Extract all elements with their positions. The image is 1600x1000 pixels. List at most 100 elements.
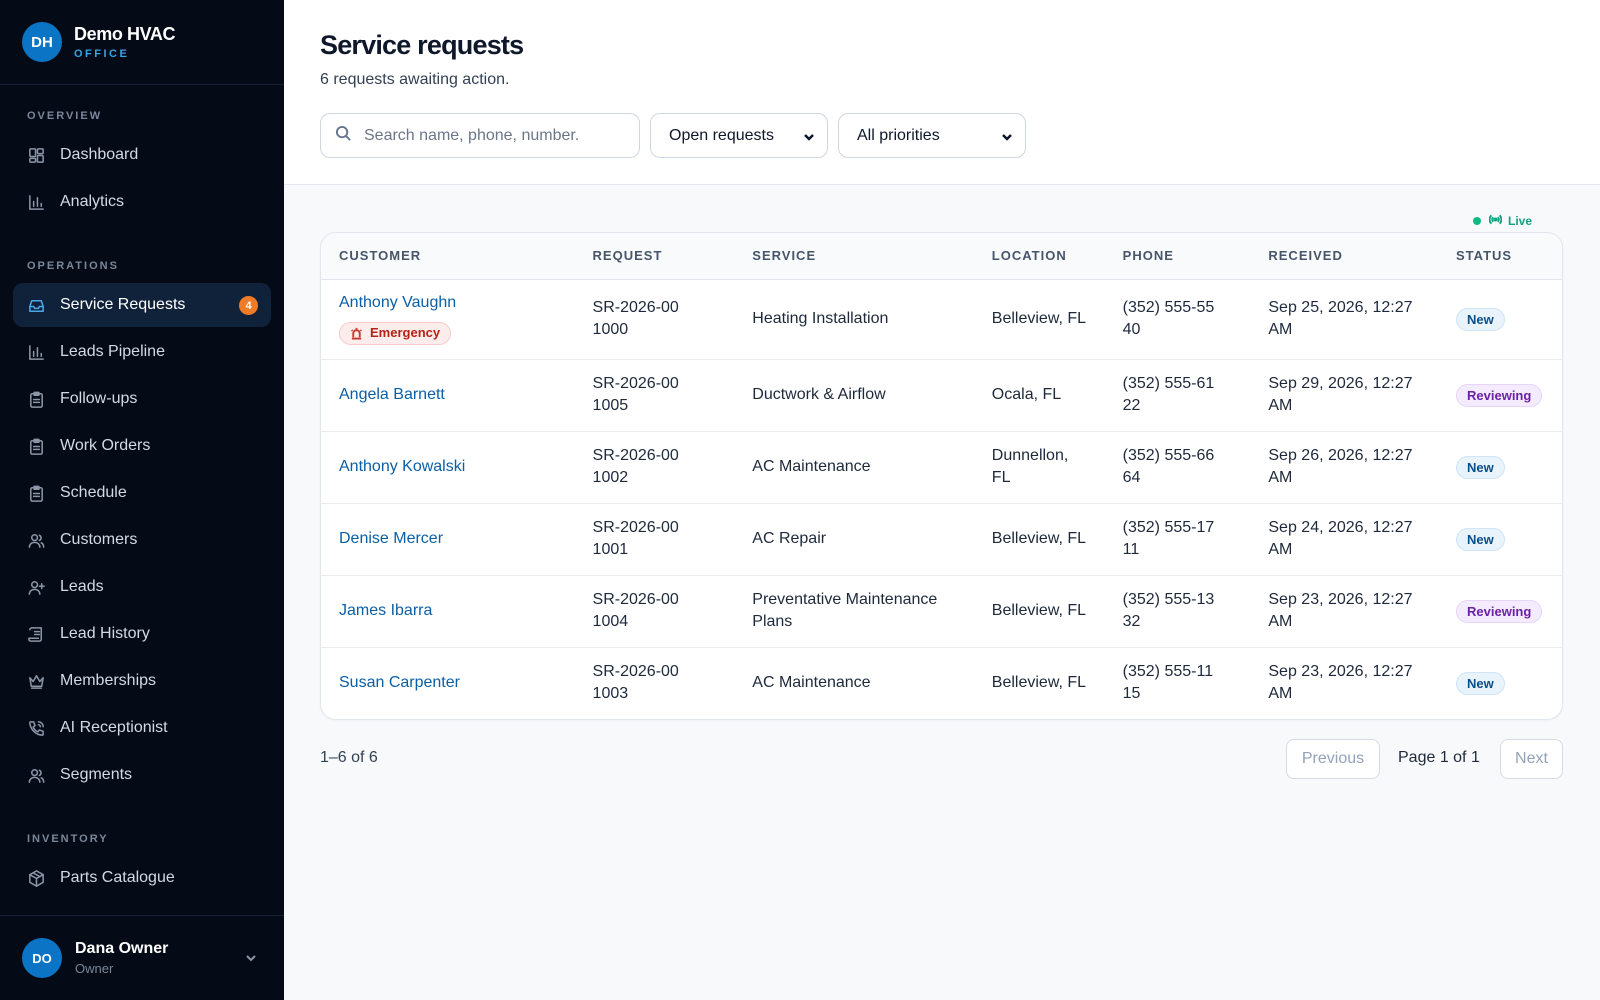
cell-request-text: SR-2026-001001 <box>592 519 679 558</box>
priority-filter-select[interactable]: All priorities <box>838 113 1026 158</box>
sidebar-nav: OVERVIEW Dashboard Analytics OPERATIONS Serv… <box>0 109 284 947</box>
scroll-icon <box>26 624 46 644</box>
brand-name: Demo HVAC <box>74 24 176 44</box>
user-name: Dana Owner <box>75 940 169 957</box>
sidebar-item-label: Follow-ups <box>60 390 138 407</box>
nav-section-operations: OPERATIONS Service Requests 4 Leads Pipelin… <box>0 259 284 797</box>
cell-phone-text: (352) 555-1332 <box>1122 591 1215 630</box>
user-plus-icon <box>26 577 46 597</box>
users-icon <box>26 530 46 550</box>
sidebar-item-work-orders[interactable]: Work Orders <box>13 424 271 468</box>
table-row[interactable]: Anthony Vaughn Emergency SR-2026-001000 Hea… <box>321 279 1562 360</box>
search-icon <box>335 125 352 147</box>
customer-link[interactable]: Anthony Vaughn <box>339 292 575 314</box>
sidebar-item-leads-pipeline[interactable]: Leads Pipeline <box>13 330 271 374</box>
cell-request: SR-2026-001002 <box>574 431 735 504</box>
count-badge: 4 <box>239 296 258 315</box>
emergency-badge: Emergency <box>339 321 452 345</box>
cell-status: New <box>1438 503 1562 576</box>
cell-phone-text: (352) 555-6122 <box>1122 375 1215 414</box>
cell-status: Reviewing <box>1438 575 1562 648</box>
cell-received-text: Sep 23, 2026, 12:27 AM <box>1268 663 1413 703</box>
sidebar-item-dashboard[interactable]: Dashboard <box>13 133 271 177</box>
nav-section-label: OPERATIONS <box>27 260 119 272</box>
sidebar-item-lead-history[interactable]: Lead History <box>13 612 271 656</box>
sidebar-item-label: Parts Catalogue <box>60 869 175 886</box>
cell-service-text: AC Maintenance <box>752 674 871 692</box>
cell-location: Dunnellon, FL <box>973 431 1105 504</box>
sidebar-item-leads[interactable]: Leads <box>13 565 271 609</box>
cell-location-text: Dunnellon, FL <box>991 447 1069 486</box>
nav-section-label: INVENTORY <box>27 833 109 845</box>
sidebar-item-ai-receptionist[interactable]: AI Receptionist <box>13 706 271 750</box>
table-row[interactable]: Denise Mercer SR-2026-001001 AC Repair Bell… <box>321 503 1562 576</box>
column-header-customer[interactable]: CUSTOMER <box>321 233 575 280</box>
cell-phone: (352) 555-6664 <box>1104 431 1251 504</box>
chevron-down-icon[interactable] <box>244 951 258 965</box>
cell-request: SR-2026-001001 <box>574 503 735 576</box>
cell-service: AC Maintenance <box>734 647 974 719</box>
previous-page-button[interactable]: Previous <box>1286 739 1380 779</box>
cell-phone-text: (352) 555-5540 <box>1122 299 1215 338</box>
customer-link[interactable]: James Ibarra <box>339 600 575 622</box>
column-header-phone[interactable]: PHONE <box>1104 233 1251 280</box>
cell-status: New <box>1438 431 1562 504</box>
cell-phone-text: (352) 555-1115 <box>1122 663 1214 703</box>
column-header-service[interactable]: SERVICE <box>734 233 974 280</box>
column-header-status[interactable]: STATUS <box>1438 233 1562 280</box>
nav-section-label: OVERVIEW <box>27 110 103 122</box>
clipboard-icon <box>26 483 46 503</box>
brand[interactable]: DH Demo HVAC OFFICE <box>0 0 284 85</box>
clipboard-icon <box>26 436 46 456</box>
sidebar-item-memberships[interactable]: Memberships <box>13 659 271 703</box>
column-header-request[interactable]: REQUEST <box>574 233 735 280</box>
cell-request: SR-2026-001000 <box>574 279 735 360</box>
user-menu[interactable]: DO Dana Owner Owner <box>0 915 284 1000</box>
sidebar-item-customers[interactable]: Customers <box>13 518 271 562</box>
customer-link[interactable]: Denise Mercer <box>339 528 575 550</box>
sidebar-item-label: Schedule <box>60 484 127 501</box>
sidebar-item-segments[interactable]: Segments <box>13 753 271 797</box>
page-title: Service requests <box>320 30 524 60</box>
column-header-received[interactable]: RECEIVED <box>1250 233 1439 280</box>
customer-link[interactable]: Angela Barnett <box>339 384 575 406</box>
table-row[interactable]: Susan Carpenter SR-2026-001003 AC Maintena… <box>321 647 1562 719</box>
cell-location-text: Belleview, FL <box>991 602 1087 619</box>
cell-location-text: Belleview, FL <box>991 530 1087 547</box>
cell-request-text: SR-2026-001002 <box>592 447 679 486</box>
cell-request: SR-2026-001004 <box>574 575 735 648</box>
search-input[interactable] <box>364 126 614 145</box>
sidebar-item-label: AI Receptionist <box>60 719 168 736</box>
customer-link[interactable]: Anthony Kowalski <box>339 456 575 478</box>
sidebar-item-analytics[interactable]: Analytics <box>13 180 271 224</box>
cell-customer: Anthony Vaughn Emergency <box>321 279 575 360</box>
status-badge: New <box>1456 671 1505 695</box>
table-row[interactable]: James Ibarra SR-2026-001004 Preventative M… <box>321 575 1562 648</box>
sidebar-item-schedule[interactable]: Schedule <box>13 471 271 515</box>
cell-customer: Angela Barnett <box>321 359 575 432</box>
cell-phone: (352) 555-1115 <box>1105 647 1251 719</box>
cell-location: Belleview, FL <box>973 575 1105 648</box>
table-row[interactable]: Anthony Kowalski SR-2026-001002 AC Mainten… <box>321 431 1562 504</box>
status-filter-select[interactable]: Open requests <box>650 113 828 158</box>
column-header-location[interactable]: LOCATION <box>973 233 1105 280</box>
table-row[interactable]: Angela Barnett SR-2026-001005 Ductwork & A… <box>321 359 1562 432</box>
live-label: Live <box>1507 214 1532 228</box>
cell-location-text: Ocala, FL <box>991 386 1062 403</box>
user-role: Owner <box>75 961 114 976</box>
sidebar-item-service-requests[interactable]: Service Requests 4 <box>13 283 271 327</box>
sidebar-item-parts-catalogue[interactable]: Parts Catalogue <box>13 856 271 900</box>
cell-received: Sep 24, 2026, 12:27 AM <box>1250 503 1439 576</box>
next-page-button[interactable]: Next <box>1500 739 1563 779</box>
sidebar-item-label: Leads <box>60 578 104 595</box>
cell-service: Preventative Maintenance Plans <box>734 575 974 648</box>
cell-status: New <box>1438 647 1562 719</box>
chevron-down-icon <box>1001 130 1013 142</box>
search-box[interactable] <box>320 113 640 158</box>
status-badge: Reviewing <box>1456 383 1543 407</box>
sidebar-item-follow-ups[interactable]: Follow-ups <box>13 377 271 421</box>
customer-link[interactable]: Susan Carpenter <box>339 672 575 694</box>
cell-request-text: SR-2026-001004 <box>592 591 679 630</box>
sidebar-item-label: Segments <box>60 766 133 783</box>
cell-service-text: Preventative Maintenance Plans <box>752 591 938 630</box>
